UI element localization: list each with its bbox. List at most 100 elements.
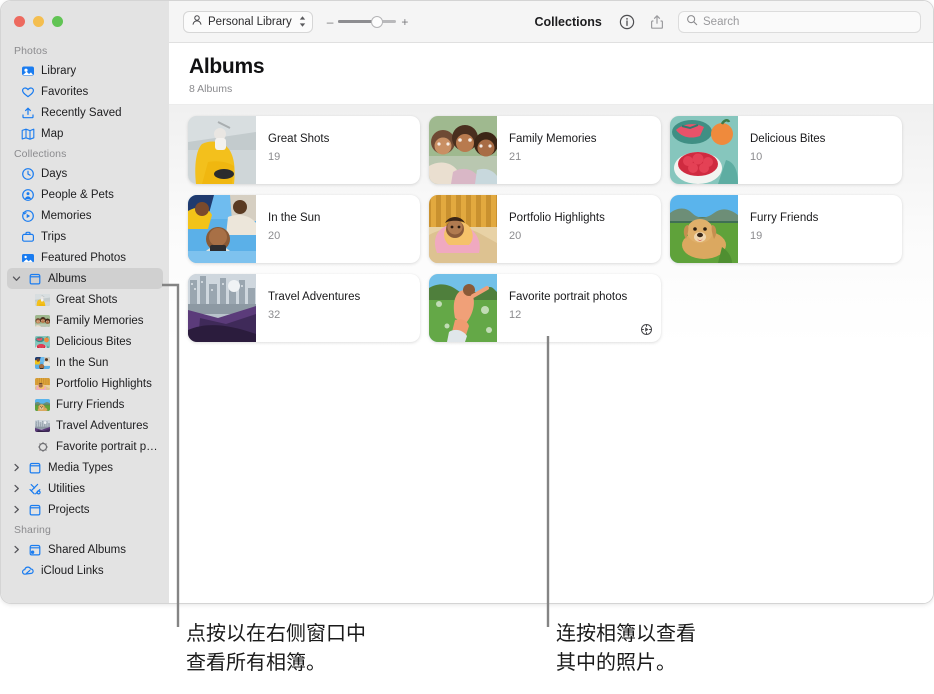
sidebar-item-label: Days: [41, 167, 68, 180]
album-card-furry-friends[interactable]: Furry Friends 19: [670, 195, 902, 263]
sidebar-item-family-memories[interactable]: Family Memories: [7, 310, 163, 331]
sidebar-item-recently-saved[interactable]: Recently Saved: [7, 102, 163, 123]
album-card-travel-adventures[interactable]: Travel Adventures 32: [188, 274, 420, 342]
album-cover-thumbnail: [429, 116, 497, 184]
zoom-out-label[interactable]: –: [327, 16, 334, 28]
album-photo-count: 20: [268, 229, 281, 242]
sidebar-item-trips[interactable]: Trips: [7, 226, 163, 247]
album-title: Furry Friends: [750, 212, 819, 224]
disclosure-chevron-right-icon[interactable]: [11, 463, 21, 472]
sidebar-item-label: Featured Photos: [41, 251, 127, 264]
album-card-portfolio-highlights[interactable]: Portfolio Highlights 20: [429, 195, 661, 263]
albums-folder-icon: [27, 461, 42, 475]
page-title: Albums: [189, 55, 265, 78]
album-card-favorite-portrait-photos[interactable]: Favorite portrait photos 12: [429, 274, 661, 342]
sidebar-item-in-the-sun[interactable]: In the Sun: [7, 352, 163, 373]
toolbar: Personal Library – + Collections Search: [169, 1, 933, 43]
album-title: Travel Adventures: [268, 291, 361, 303]
disclosure-chevron-right-icon[interactable]: [11, 545, 21, 554]
sidebar-item-delicious-bites[interactable]: Delicious Bites: [7, 331, 163, 352]
sidebar-item-label: Furry Friends: [56, 398, 125, 411]
album-title: In the Sun: [268, 212, 321, 224]
sidebar-item-great-shots[interactable]: Great Shots: [7, 289, 163, 310]
sidebar-item-label: Shared Albums: [48, 543, 126, 556]
sidebar-item-days[interactable]: Days: [7, 163, 163, 184]
sidebar-item-label: Map: [41, 127, 64, 140]
album-cover-thumbnail: [670, 116, 738, 184]
sidebar-item-memories[interactable]: Memories: [7, 205, 163, 226]
album-title: Family Memories: [509, 133, 597, 145]
toolbar-title: Collections: [534, 14, 602, 29]
sidebar-item-label: People & Pets: [41, 188, 114, 201]
sidebar-item-label: iCloud Links: [41, 564, 104, 577]
photos-app-window: Photos Library Favorites Recently Saved Map C…: [0, 0, 934, 604]
sidebar-item-projects[interactable]: Projects: [7, 499, 163, 520]
album-photo-count: 12: [509, 308, 522, 321]
album-cover-thumbnail: [188, 195, 256, 263]
suitcase-icon: [20, 230, 35, 244]
album-card-delicious-bites[interactable]: Delicious Bites 10: [670, 116, 902, 184]
sidebar-item-media-types[interactable]: Media Types: [7, 457, 163, 478]
content-header: Albums 8 Albums: [169, 43, 933, 104]
tray-arrow-up-icon: [20, 106, 35, 120]
zoom-button[interactable]: [52, 15, 63, 27]
album-card-body: Furry Friends 19: [738, 195, 902, 263]
sidebar-item-label: Favorites: [41, 85, 89, 98]
sidebar-item-favorite-portrait-photos[interactable]: Favorite portrait photos: [7, 436, 163, 457]
minimize-button[interactable]: [33, 15, 44, 27]
sidebar-section-header-photos: Photos: [14, 45, 48, 57]
sidebar-item-furry-friends[interactable]: Furry Friends: [7, 394, 163, 415]
sidebar-item-icloud-links[interactable]: iCloud Links: [7, 560, 163, 581]
share-icon[interactable]: [648, 13, 665, 30]
clock-icon: [20, 167, 35, 181]
sidebar-item-label: Library: [41, 64, 77, 77]
map-icon: [20, 127, 35, 141]
album-photo-count: 21: [509, 150, 522, 163]
album-card-body: Great Shots 19: [256, 116, 420, 184]
utilities-tools-icon: [27, 482, 42, 496]
photos-library-icon: [20, 64, 35, 78]
sidebar-item-label: Utilities: [48, 482, 86, 495]
icloud-link-icon: [20, 564, 35, 578]
sidebar-item-utilities[interactable]: Utilities: [7, 478, 163, 499]
album-card-body: Family Memories 21: [497, 116, 661, 184]
sidebar-item-albums[interactable]: Albums: [7, 268, 163, 289]
albums-scroll-area[interactable]: Great Shots 19 Family Memories 21 Delicious …: [169, 104, 933, 603]
slider-track[interactable]: [338, 15, 397, 28]
sidebar-item-shared-albums[interactable]: Shared Albums: [7, 539, 163, 560]
library-picker-label: Personal Library: [208, 15, 292, 28]
sidebar-item-label: Favorite portrait photos: [56, 440, 163, 453]
zoom-in-label[interactable]: +: [401, 16, 408, 28]
thumbnail-size-slider[interactable]: – +: [327, 15, 408, 28]
sidebar-item-featured-photos[interactable]: Featured Photos: [7, 247, 163, 268]
sidebar-item-map[interactable]: Map: [7, 123, 163, 144]
chevron-updown-icon: [298, 15, 307, 28]
album-card-great-shots[interactable]: Great Shots 19: [188, 116, 420, 184]
albums-folder-icon: [27, 503, 42, 517]
album-photo-count: 32: [268, 308, 281, 321]
album-thumbnail-icon: [35, 398, 50, 411]
album-card-family-memories[interactable]: Family Memories 21: [429, 116, 661, 184]
sidebar-item-portfolio-highlights[interactable]: Portfolio Highlights: [7, 373, 163, 394]
slider-knob[interactable]: [371, 15, 384, 28]
memories-play-icon: [20, 209, 35, 223]
sidebar-item-travel-adventures[interactable]: Travel Adventures: [7, 415, 163, 436]
album-card-body: Travel Adventures 32: [256, 274, 420, 342]
disclosure-chevron-right-icon[interactable]: [11, 505, 21, 514]
disclosure-chevron-right-icon[interactable]: [11, 484, 21, 493]
sidebar-item-library[interactable]: Library: [7, 60, 163, 81]
close-button[interactable]: [14, 15, 25, 27]
search-field[interactable]: Search: [678, 10, 921, 33]
window-traffic-lights: [1, 1, 169, 41]
album-card-body: Favorite portrait photos 12: [497, 274, 661, 342]
sidebar-item-favorites[interactable]: Favorites: [7, 81, 163, 102]
disclosure-chevron-down-icon[interactable]: [11, 274, 21, 283]
sidebar-item-people-pets[interactable]: People & Pets: [7, 184, 163, 205]
album-title: Great Shots: [268, 133, 330, 145]
callout-2-text: 连按相簿以查看 其中的照片。: [556, 621, 696, 674]
sidebar-item-label: Memories: [41, 209, 92, 222]
album-card-in-the-sun[interactable]: In the Sun 20: [188, 195, 420, 263]
album-cover-thumbnail: [429, 274, 497, 342]
library-picker-button[interactable]: Personal Library: [183, 10, 313, 33]
info-circle-icon[interactable]: [618, 13, 635, 30]
